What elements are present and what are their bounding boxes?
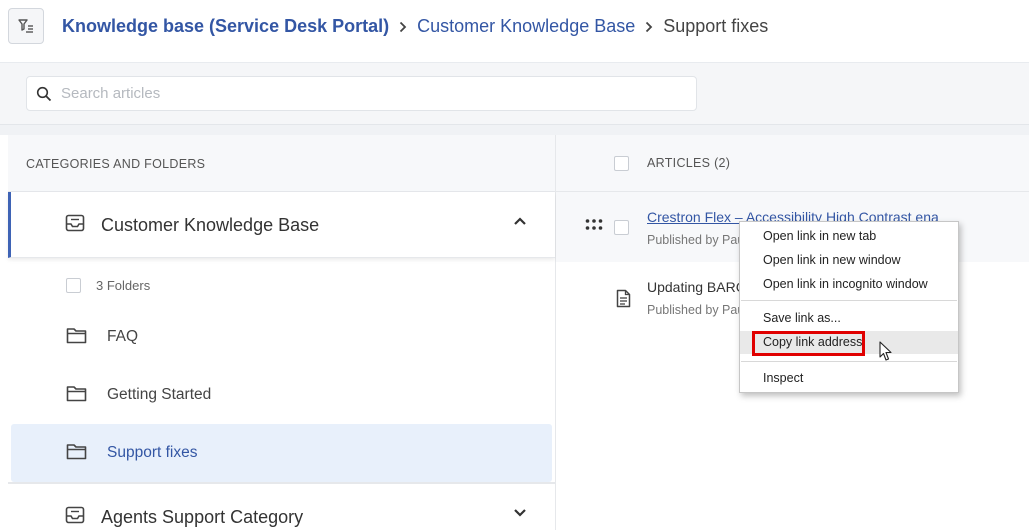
mouse-cursor-icon — [879, 341, 892, 361]
category-inbox-icon — [65, 506, 85, 524]
select-all-folders-checkbox[interactable] — [66, 278, 81, 293]
folder-icon — [66, 444, 87, 460]
menu-item-open-new-window[interactable]: Open link in new window — [740, 249, 958, 272]
article-meta: Published by Pau — [647, 233, 745, 247]
folder-icon — [66, 328, 87, 344]
chevron-right-icon — [399, 21, 407, 33]
category-inbox-icon — [65, 214, 85, 232]
menu-item-open-new-tab[interactable]: Open link in new tab — [740, 225, 958, 248]
folder-item-support-fixes[interactable]: Support fixes — [11, 424, 552, 482]
chevron-right-icon — [645, 21, 653, 33]
filter-icon — [18, 19, 33, 33]
article-checkbox[interactable] — [614, 220, 629, 235]
breadcrumb-category[interactable]: Customer Knowledge Base — [417, 16, 635, 37]
menu-divider — [741, 361, 957, 362]
folders-count-row: 3 Folders — [8, 258, 555, 308]
chevron-down-icon[interactable] — [513, 508, 527, 518]
category-label: Customer Knowledge Base — [101, 215, 320, 235]
divider — [0, 125, 1029, 135]
folder-label: FAQ — [107, 328, 139, 345]
folders-count-label: 3 Folders — [96, 278, 151, 293]
document-icon — [616, 289, 631, 308]
select-all-articles-checkbox[interactable] — [614, 156, 629, 171]
menu-item-inspect[interactable]: Inspect — [740, 367, 958, 390]
search-icon — [36, 86, 52, 102]
category-label: Agents Support Category — [101, 507, 304, 527]
menu-item-save-link-as[interactable]: Save link as... — [740, 307, 958, 330]
articles-count-label: ARTICLES (2) — [647, 156, 731, 170]
folder-icon — [66, 386, 87, 402]
menu-item-open-incognito[interactable]: Open link in incognito window — [740, 273, 958, 296]
folder-item-getting-started[interactable]: Getting Started — [8, 366, 555, 424]
menu-divider — [741, 300, 957, 301]
breadcrumb: Knowledge base (Service Desk Portal) Cus… — [62, 16, 768, 37]
categories-header: CATEGORIES AND FOLDERS — [8, 135, 555, 192]
breadcrumb-current-folder: Support fixes — [663, 16, 769, 36]
breadcrumb-knowledge-base[interactable]: Knowledge base (Service Desk Portal) — [62, 16, 389, 37]
search-bar-area — [0, 63, 1029, 125]
category-agents-support[interactable]: Agents Support Category — [8, 483, 555, 530]
search-input[interactable] — [61, 77, 681, 110]
highlight-annotation-box — [752, 331, 865, 356]
browser-context-menu: Open link in new tab Open link in new wi… — [739, 221, 959, 393]
chevron-up-icon[interactable] — [513, 216, 527, 226]
folder-label: Support fixes — [107, 444, 198, 461]
top-bar: Knowledge base (Service Desk Portal) Cus… — [0, 0, 1029, 63]
filter-toggle-button[interactable] — [8, 8, 44, 44]
category-customer-knowledge-base[interactable]: Customer Knowledge Base — [8, 192, 555, 258]
drag-handle-icon[interactable] — [585, 219, 603, 231]
articles-header: ARTICLES (2) — [556, 135, 1029, 192]
article-meta: Published by Pau — [647, 303, 745, 317]
search-box[interactable] — [26, 76, 697, 111]
folder-item-faq[interactable]: FAQ — [8, 308, 555, 366]
article-title-link[interactable]: Updating BARC — [647, 279, 746, 295]
categories-panel: CATEGORIES AND FOLDERS Customer Knowledg… — [8, 135, 556, 530]
folder-label: Getting Started — [107, 386, 212, 403]
